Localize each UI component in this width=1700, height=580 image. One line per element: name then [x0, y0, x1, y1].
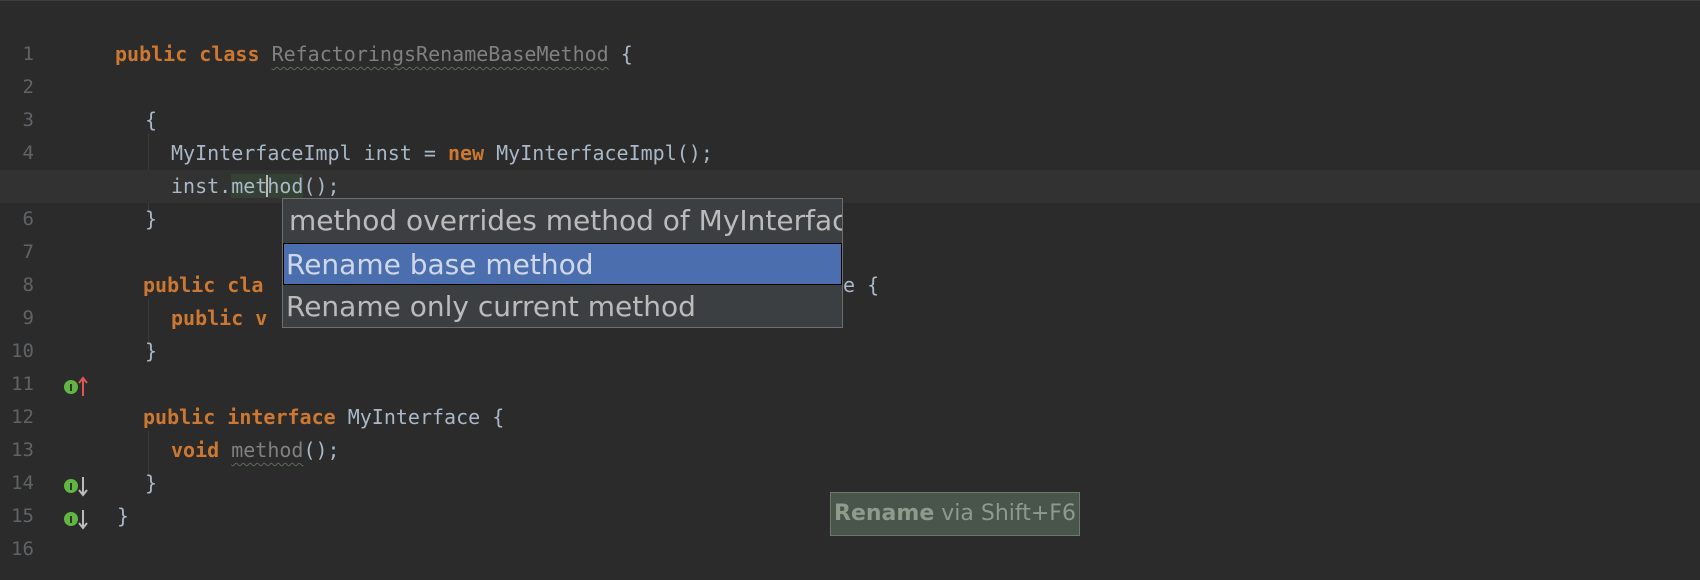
popup-title: method overrides method of MyInterface	[289, 204, 842, 237]
code-line: 9 public cla e {	[0, 269, 1700, 329]
code-text: }	[145, 207, 158, 231]
code-line: 4 {	[0, 104, 1700, 164]
code-line-current: 6 inst.method();	[0, 170, 1700, 230]
code-line: 14 I void method();	[0, 434, 1700, 530]
implements-icon[interactable]: I	[63, 310, 95, 396]
implemented-icon[interactable]: I	[63, 442, 95, 530]
code-line: 11 }	[0, 335, 1700, 395]
code-text: {	[145, 108, 158, 132]
code-text: void method();	[171, 438, 340, 462]
code-text: MyInterfaceImpl inst = new MyInterfaceIm…	[171, 141, 713, 165]
rename-choice-popup: method overrides method of MyInterface R…	[282, 198, 843, 328]
method-usage[interactable]: method	[231, 174, 304, 198]
code-line: 1	[0, 5, 1700, 65]
interface-name[interactable]: MyInterface	[348, 405, 480, 429]
code-text: }	[145, 339, 158, 363]
class-name[interactable]: RefactoringsRenameBaseMethod	[272, 42, 609, 66]
code-line: 13 I public interface MyInterface {	[0, 401, 1700, 497]
rename-current-method-option[interactable]: Rename only current method	[283, 285, 842, 327]
code-line: 3	[0, 71, 1700, 131]
code-text: public cla	[143, 273, 264, 297]
rename-base-method-option[interactable]: Rename base method	[283, 243, 842, 285]
code-line: 5 MyInterfaceImpl inst = new MyInterface…	[0, 137, 1700, 197]
code-text: public v	[171, 306, 268, 330]
interface-method[interactable]: method	[231, 438, 303, 462]
code-line: 8	[0, 236, 1700, 296]
code-line: 12	[0, 368, 1700, 428]
code-text-tail: e {	[843, 273, 880, 297]
code-text: public class RefactoringsRenameBaseMetho…	[115, 42, 633, 66]
line-number: 16	[11, 538, 34, 560]
code-line: 2 public class RefactoringsRenameBaseMet…	[0, 38, 1700, 98]
rename-hint: Rename via Shift+F6	[830, 492, 1080, 536]
hint-shortcut: via Shift+F6	[934, 501, 1076, 526]
code-line: 7 }	[0, 203, 1700, 263]
code-text: public interface MyInterface {	[143, 405, 505, 429]
implemented-icon[interactable]: I	[63, 409, 95, 497]
code-editor[interactable]: 1 2 public class RefactoringsRenameBaseM…	[0, 0, 1700, 580]
hint-action: Rename	[834, 501, 935, 526]
code-text: }	[117, 504, 130, 528]
code-line: 10 I public v	[0, 302, 1700, 396]
code-text: }	[145, 471, 158, 495]
